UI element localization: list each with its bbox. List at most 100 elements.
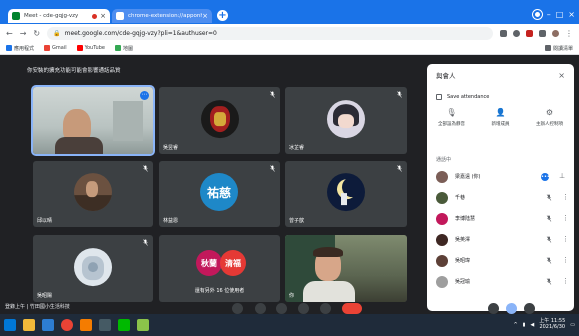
forward-icon[interactable]: → bbox=[20, 29, 27, 38]
people-button[interactable] bbox=[506, 303, 517, 314]
mute-all-button[interactable]: 🎙 全部設為靜音 bbox=[429, 108, 474, 128]
list-item[interactable]: 吳昭瑋 ⋮ bbox=[427, 250, 574, 271]
volume-icon[interactable]: ◀ bbox=[530, 322, 534, 328]
clock[interactable]: 上午 11:55 2021/6/30 bbox=[539, 318, 565, 331]
pin-icon[interactable]: ⊥ bbox=[559, 173, 565, 180]
back-icon[interactable]: ← bbox=[6, 29, 13, 38]
present-button[interactable] bbox=[320, 303, 331, 314]
list-item[interactable]: 吳冠瑜 ⋮ bbox=[427, 271, 574, 292]
raise-hand-button[interactable] bbox=[298, 303, 309, 314]
more-options-icon[interactable]: ⋮ bbox=[562, 257, 569, 264]
profile-icon[interactable] bbox=[532, 10, 542, 19]
info-button[interactable] bbox=[488, 303, 499, 314]
avatar[interactable] bbox=[552, 29, 559, 37]
app-icon[interactable] bbox=[42, 319, 54, 331]
maximize-icon[interactable]: □ bbox=[556, 10, 564, 19]
minimize-icon[interactable]: – bbox=[547, 10, 551, 19]
tile-more-options-icon[interactable]: ⋯ bbox=[140, 91, 149, 100]
reload-icon[interactable]: ↻ bbox=[33, 29, 40, 38]
mic-toggle-button[interactable] bbox=[255, 303, 266, 314]
panel-title: 與會人 bbox=[436, 72, 456, 80]
extension-puzzle-icon[interactable] bbox=[539, 29, 546, 37]
avatar bbox=[436, 275, 448, 288]
mic-off-icon[interactable] bbox=[546, 257, 552, 264]
list-item[interactable]: 千巷 ⋮ bbox=[427, 187, 574, 208]
save-attendance-button[interactable]: Save attendance bbox=[436, 94, 489, 100]
participant-tile[interactable]: 吳昱睿 bbox=[159, 87, 280, 154]
bookmark-apps[interactable]: 應用程式 bbox=[6, 45, 34, 52]
notification-icon[interactable]: ▭ bbox=[570, 322, 575, 328]
bookmark-maps[interactable]: 地圖 bbox=[114, 45, 133, 52]
more-options-icon[interactable]: ⋮ bbox=[562, 278, 569, 285]
system-tray: ^ ▮ ◀ 上午 11:55 2021/6/30 ▭ bbox=[513, 318, 575, 331]
address-bar[interactable]: 🔒 meet.google.com/cde-gqjg-vzy?pli=1&aut… bbox=[47, 26, 493, 40]
avatar bbox=[436, 254, 448, 267]
participant-name: 吳昭陽 bbox=[37, 293, 53, 299]
others-tile[interactable]: 秋蘭 清福 還有另外 16 位使用者 bbox=[159, 235, 280, 302]
app-icon[interactable] bbox=[80, 319, 92, 331]
extension-favicon-icon bbox=[116, 12, 124, 20]
tab-meet[interactable]: Meet - cde-gqjg-vzy × bbox=[8, 9, 110, 23]
mic-off-icon[interactable] bbox=[546, 278, 552, 285]
menu-kebab-icon[interactable]: ⋮ bbox=[565, 29, 573, 38]
list-item[interactable]: 梁嘉遠 (你) ••• ⊥ bbox=[427, 166, 574, 187]
explorer-icon[interactable] bbox=[23, 319, 35, 331]
camera-icon[interactable] bbox=[500, 29, 507, 37]
camera-toggle-button[interactable] bbox=[232, 303, 243, 314]
extension-red-icon[interactable] bbox=[526, 29, 533, 37]
participant-tile[interactable]: 祐慈 林益恩 bbox=[159, 161, 280, 227]
self-video bbox=[285, 235, 407, 302]
captions-button[interactable] bbox=[276, 303, 287, 314]
bookmark-label: 應用程式 bbox=[14, 45, 35, 52]
action-label: 新增成員 bbox=[491, 122, 510, 127]
reading-list[interactable]: 閱讀清單 bbox=[544, 45, 573, 52]
more-options-icon[interactable]: ⋮ bbox=[562, 215, 569, 222]
more-options-icon[interactable]: ⋮ bbox=[562, 236, 569, 243]
participant-tile[interactable]: ⋯ bbox=[31, 85, 155, 156]
self-video-tile[interactable]: 你 bbox=[285, 235, 407, 302]
add-people-button[interactable]: 👤 新增成員 bbox=[478, 109, 523, 128]
close-tab-icon[interactable]: × bbox=[100, 12, 106, 20]
chrome-icon[interactable] bbox=[61, 319, 73, 331]
participant-name: 李博陆慧 bbox=[455, 216, 476, 222]
tab-extension[interactable]: chrome-extension://apponhol × bbox=[112, 9, 212, 23]
avatar bbox=[200, 99, 239, 138]
mic-off-icon[interactable] bbox=[546, 194, 552, 201]
apps-grid-icon bbox=[6, 45, 12, 51]
participant-tile[interactable]: 曾子歆 bbox=[285, 161, 407, 227]
bookmark-youtube[interactable]: YouTube bbox=[76, 45, 105, 51]
panel-header: 與會人 × bbox=[427, 64, 574, 86]
participant-tile[interactable]: 吳昭陽 bbox=[33, 235, 153, 302]
windows-start-icon[interactable] bbox=[4, 319, 16, 331]
close-icon[interactable]: × bbox=[558, 71, 565, 80]
network-icon[interactable]: ▮ bbox=[523, 322, 526, 328]
end-call-button[interactable] bbox=[342, 303, 362, 314]
line-icon[interactable] bbox=[118, 319, 130, 331]
more-options-icon[interactable]: ⋮ bbox=[562, 194, 569, 201]
new-tab-button[interactable]: + bbox=[217, 10, 228, 21]
host-controls-icon: ⚙ bbox=[545, 108, 554, 117]
list-item[interactable]: 李博陆慧 ⋮ bbox=[427, 208, 574, 229]
mic-off-icon[interactable] bbox=[546, 215, 552, 222]
call-controls bbox=[0, 302, 579, 314]
mic-off-icon bbox=[397, 91, 402, 98]
list-item[interactable]: 吳英澤 ⋮ bbox=[427, 229, 574, 250]
meet-favicon-icon bbox=[12, 12, 20, 20]
mic-off-icon[interactable] bbox=[546, 236, 552, 243]
host-controls-button[interactable]: ⚙ 主辦人控制項 bbox=[527, 108, 572, 128]
reading-list-icon bbox=[544, 45, 551, 51]
close-window-icon[interactable]: × bbox=[568, 10, 575, 19]
participant-tile[interactable]: 邱以晴 bbox=[33, 161, 153, 227]
maps-icon bbox=[114, 45, 121, 51]
app-icon[interactable] bbox=[99, 319, 111, 331]
app-icon[interactable] bbox=[137, 319, 149, 331]
avatar bbox=[436, 233, 448, 246]
bookmark-star-icon[interactable] bbox=[513, 29, 520, 37]
chat-button[interactable] bbox=[524, 303, 535, 314]
participant-tile[interactable]: 冰芷睿 bbox=[285, 87, 407, 154]
speaking-indicator-icon: ••• bbox=[541, 172, 550, 181]
mic-off-icon: 🎙 bbox=[446, 108, 457, 117]
chevron-up-icon[interactable]: ^ bbox=[513, 322, 517, 328]
bookmark-gmail[interactable]: Gmail bbox=[44, 45, 67, 51]
close-tab-icon[interactable]: × bbox=[202, 12, 208, 20]
